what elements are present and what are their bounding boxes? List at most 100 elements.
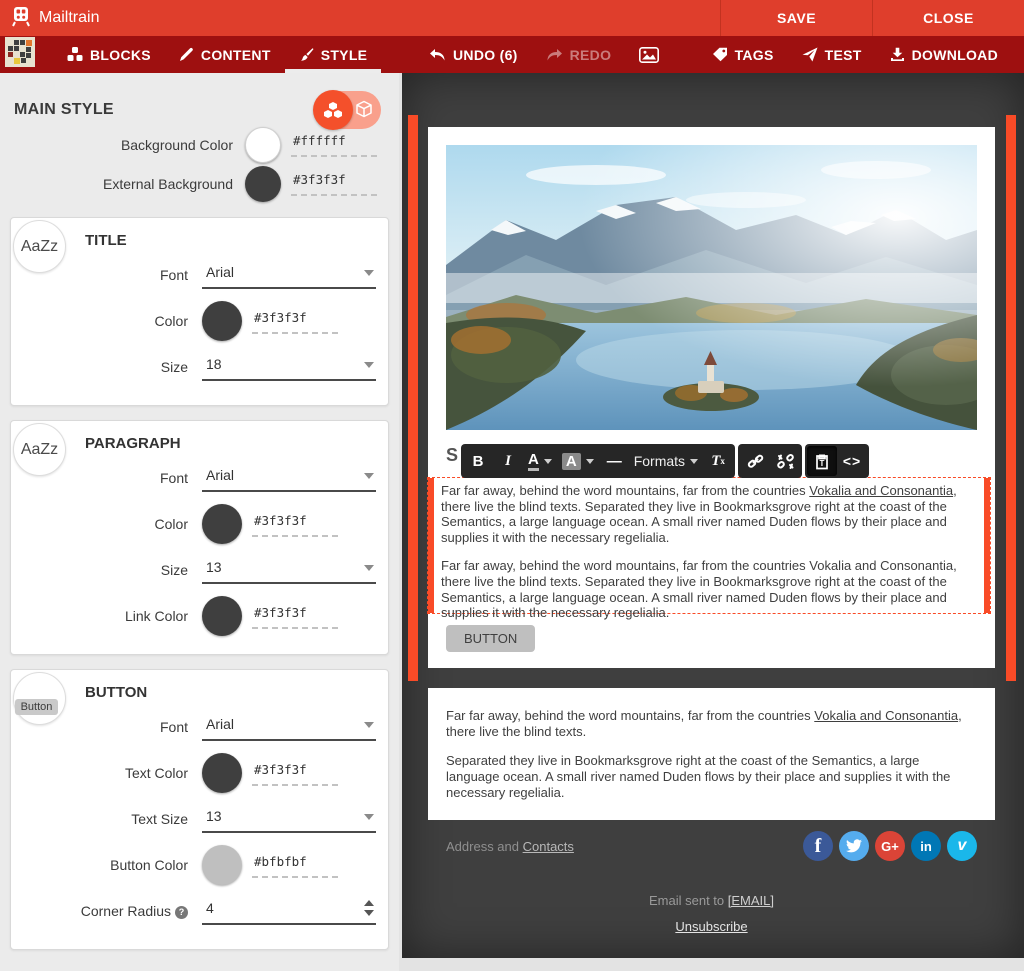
gallery-button[interactable] [625,36,673,73]
chevron-down-icon [364,814,374,820]
paragraph-font-select[interactable]: Arial [202,465,376,492]
undo-button[interactable]: UNDO (6) [415,36,532,73]
undo-icon [429,48,446,62]
help-icon[interactable]: ? [175,906,188,919]
paragraph-color-swatch[interactable] [202,504,242,544]
background-color-value[interactable]: #ffffff [291,133,377,157]
title-color-value[interactable]: #3f3f3f [252,310,338,334]
editor-toolbar: BLOCKS CONTENT STYLE UNDO (6) REDO TAGS [0,36,1024,73]
paragraph-link-color-swatch[interactable] [202,596,242,636]
formats-dropdown[interactable]: Formats [629,446,703,476]
save-button[interactable]: SAVE [720,0,872,36]
edit-mode-toggle[interactable] [315,91,381,129]
button-text-color-swatch[interactable] [202,753,242,793]
paragraph-link-color-value[interactable]: #3f3f3f [252,605,338,629]
external-background-value[interactable]: #3f3f3f [291,172,377,196]
text-color-button[interactable]: A [523,446,557,476]
email-section-title[interactable]: S [446,445,458,466]
horizontal-rule-button[interactable]: — [599,446,629,476]
edit-selection-right-edge [984,478,990,613]
blocks-mode-icon [313,90,353,130]
unsubscribe-link[interactable]: Unsubscribe [675,919,747,934]
download-button[interactable]: DOWNLOAD [876,36,1012,73]
paragraph-color-value[interactable]: #3f3f3f [252,513,338,537]
button-style-card: Button BUTTON Font Arial Text Color #3f3… [10,669,389,950]
paper-plane-icon [802,47,818,62]
hero-image[interactable] [446,145,977,430]
button-font-select[interactable]: Arial [202,714,376,741]
email-cta-button[interactable]: BUTTON [446,625,535,652]
button-color-value[interactable]: #bfbfbf [252,854,338,878]
redo-button[interactable]: REDO [532,36,626,73]
svg-text:T: T [820,459,825,468]
chevron-down-icon [586,459,594,464]
paste-as-text-button[interactable]: T [807,446,837,476]
chevron-down-icon [364,473,374,479]
corner-radius-input[interactable]: 4 [202,898,376,925]
mailtrain-train-icon [10,5,32,32]
block-selection-left-bar [408,115,418,681]
linkedin-icon[interactable]: in [911,831,941,861]
button-badge: Button [13,672,66,725]
vokalia-link[interactable]: Vokalia and Consonantia [814,708,958,723]
cube-outline-icon [355,100,373,123]
tags-button[interactable]: TAGS [698,36,788,73]
unsubscribe-line: Unsubscribe [428,919,995,934]
title-badge: AaZz [13,220,66,273]
blocks-icon [67,47,83,62]
source-code-button[interactable]: <> [837,446,867,476]
chevron-down-icon [364,362,374,368]
background-color-swatch[interactable] [245,127,281,163]
app-title: Mailtrain [39,9,99,27]
button-text-size-select[interactable]: 13 [202,806,376,833]
facebook-icon[interactable]: f [803,831,833,861]
paragraph-style-card: AaZz PARAGRAPH Font Arial Color #3f3f3f … [10,420,389,655]
style-panel: MAIN STYLE Background Color #ffffff Exte… [0,73,399,971]
italic-button[interactable]: I [493,446,523,476]
chevron-down-icon [364,270,374,276]
email-text-block[interactable]: Far far away, behind the word mountains,… [428,688,995,820]
close-button[interactable]: CLOSE [872,0,1024,36]
twitter-icon[interactable] [839,831,869,861]
email-footer: Address and Contacts f G+ in v [428,831,995,861]
contacts-link[interactable]: Contacts [523,839,574,854]
button-text-color-value[interactable]: #3f3f3f [252,762,338,786]
tab-style[interactable]: STYLE [285,36,382,73]
email-token-link[interactable]: [EMAIL] [728,893,774,908]
email-sent-line: Email sent to [EMAIL] [428,893,995,908]
title-font-select[interactable]: Arial [202,262,376,289]
edit-selection-left-edge [428,478,434,613]
image-icon [639,47,659,63]
title-style-card: AaZz TITLE Font Arial Color #3f3f3f Size… [10,217,389,406]
button-color-swatch[interactable] [202,845,242,885]
title-section-title: TITLE [85,232,376,249]
paintbrush-icon [299,47,314,62]
remove-link-button[interactable] [770,446,800,476]
block-selection-right-bar [1006,115,1016,681]
google-plus-icon[interactable]: G+ [875,831,905,861]
paragraph-section-title: PARAGRAPH [85,435,376,452]
brand: Mailtrain [0,5,99,32]
external-background-swatch[interactable] [245,166,281,202]
background-color-button[interactable]: A [557,446,599,476]
chevron-down-icon [364,565,374,571]
vokalia-link[interactable]: Vokalia and Consonantia [809,483,953,498]
tab-content[interactable]: CONTENT [165,36,285,73]
email-preview-area: S B I A A — Formats Tx T <> [399,73,1024,971]
email-body-block[interactable]: S B I A A — Formats Tx T <> [428,127,995,668]
edited-paragraphs[interactable]: Far far away, behind the word mountains,… [441,483,979,621]
tab-blocks[interactable]: BLOCKS [53,36,165,73]
vimeo-icon[interactable]: v [947,831,977,861]
clear-formatting-button[interactable]: Tx [703,446,733,476]
insert-link-button[interactable] [740,446,770,476]
paragraph-size-select[interactable]: 13 [202,557,376,584]
title-color-swatch[interactable] [202,301,242,341]
test-button[interactable]: TEST [788,36,876,73]
bold-button[interactable]: B [463,446,493,476]
email-canvas: S B I A A — Formats Tx T <> [402,73,1024,958]
background-color-row: Background Color #ffffff [0,125,399,164]
corner-radius-stepper[interactable] [364,900,374,916]
title-size-select[interactable]: 18 [202,354,376,381]
editable-text-block[interactable]: Far far away, behind the word mountains,… [427,477,991,614]
mosaico-logo [5,37,35,72]
